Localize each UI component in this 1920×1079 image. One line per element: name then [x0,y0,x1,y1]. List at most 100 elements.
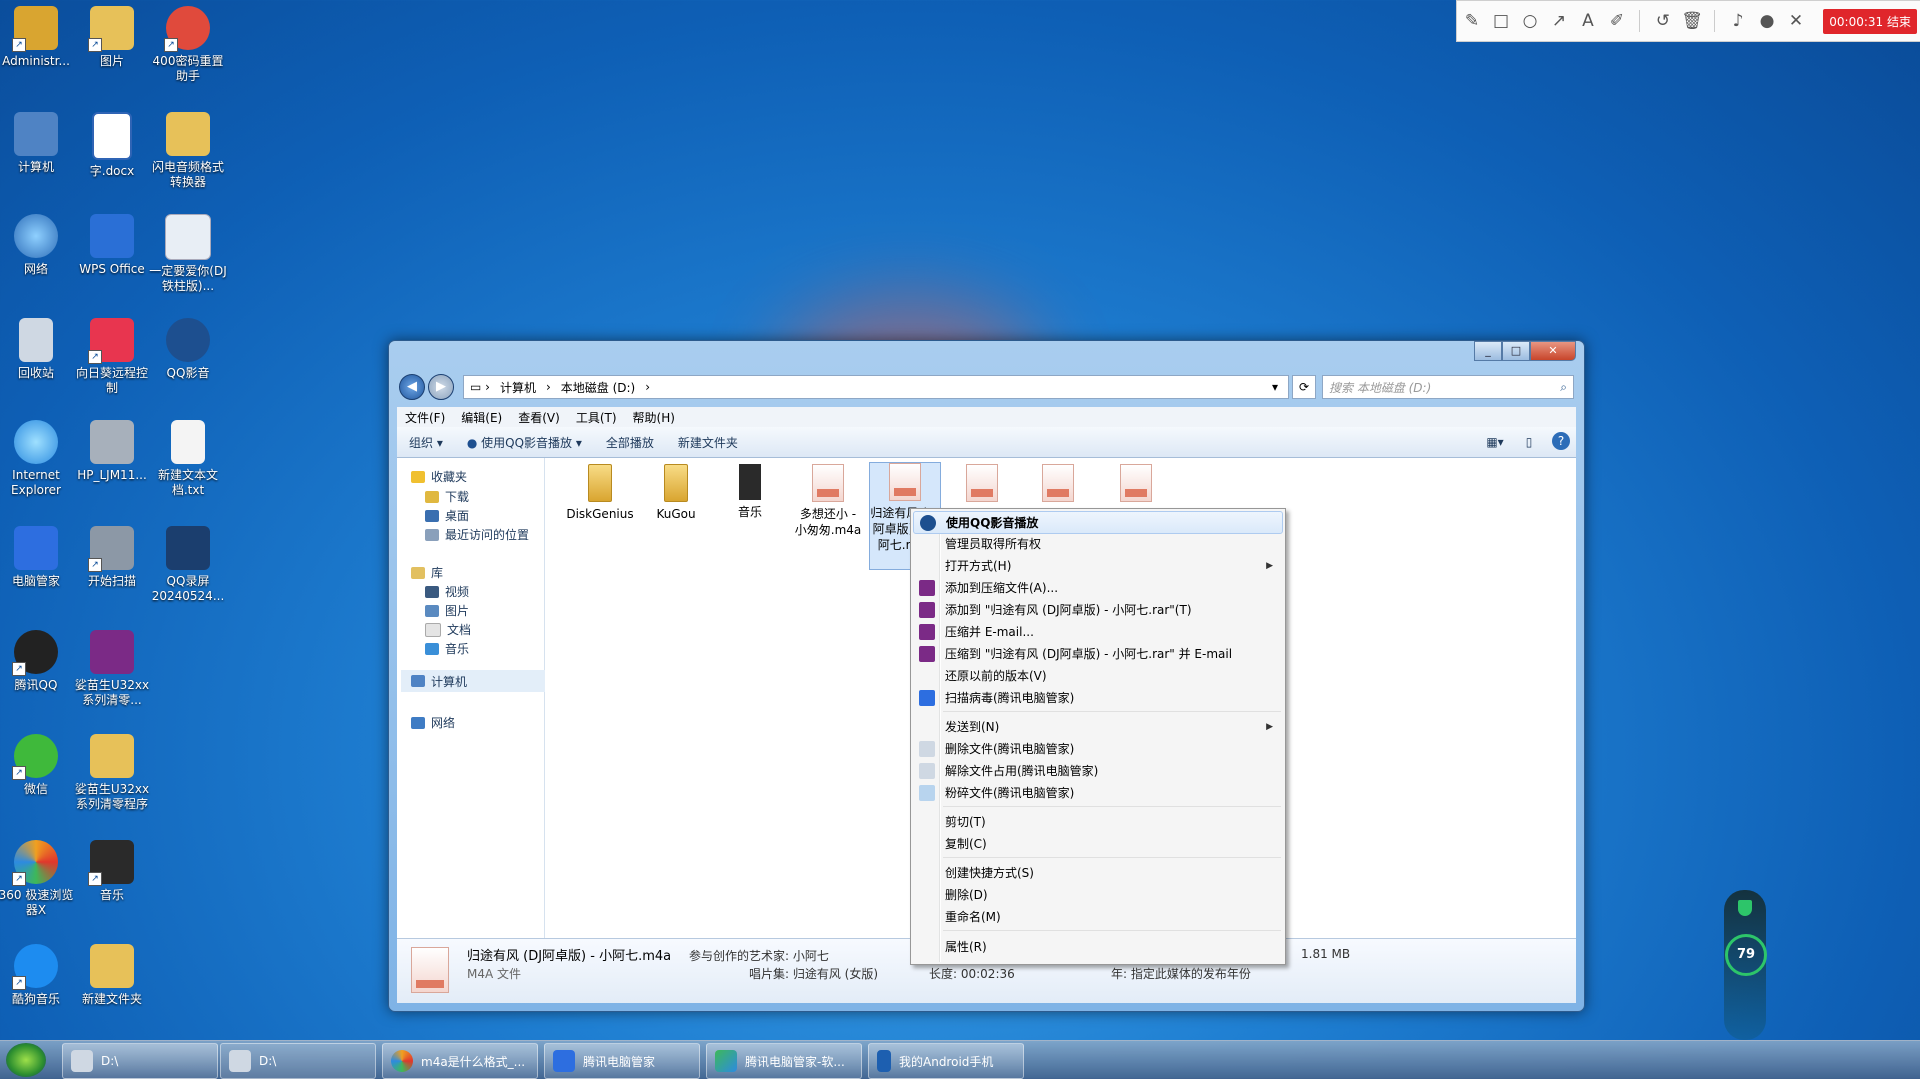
menu-item-play-qq-player[interactable]: 使用QQ影音播放 [913,511,1283,534]
nav-favorites[interactable]: 收藏夹 [411,468,467,485]
menu-item-restore-versions[interactable]: 还原以前的版本(V) [913,665,1283,686]
desktop-icon-reset-folder[interactable]: 娑苗生U32xx系列清零程序 [72,734,152,812]
preview-pane-icon[interactable]: ▯ [1518,432,1540,452]
file-item-kugou[interactable]: KuGou [641,464,711,522]
menu-item-compress-to-rar-email[interactable]: 压缩到 "归途有风 (DJ阿卓版) - 小阿七.rar" 并 E-mail [913,643,1283,664]
nav-libraries[interactable]: 库 [411,564,443,581]
desktop-icon-network[interactable]: 网络 [0,214,76,277]
close-button[interactable]: ✕ [1530,341,1576,361]
taskbar-pc-manager[interactable]: 腾讯电脑管家 [544,1043,700,1079]
refresh-icon[interactable]: ⟳ [1292,375,1316,399]
breadcrumb-drive-d[interactable]: 本地磁盘 (D:) [561,379,635,396]
desktop-icon-reset-archive[interactable]: 娑苗生U32xx系列清零... [72,630,152,708]
menu-file[interactable]: 文件(F) [405,409,445,426]
minimize-button[interactable]: _ [1474,341,1502,361]
menu-item-properties[interactable]: 属性(R) [913,936,1283,957]
close-icon[interactable]: ✕ [1782,7,1810,35]
nav-videos[interactable]: 视频 [425,583,469,600]
desktop-icon-qq[interactable]: ↗ 腾讯QQ [0,630,76,693]
desktop-icon-360-browser[interactable]: ↗ 360 极速浏览器X [0,840,76,918]
trash-icon[interactable]: 🗑 [1678,7,1706,35]
new-folder-button[interactable]: 新建文件夹 [678,434,738,451]
microphone-icon[interactable]: ● [1753,7,1781,35]
menu-item-send-to[interactable]: 发送到(N) ▶ [913,716,1283,737]
menu-item-delete[interactable]: 删除(D) [913,884,1283,905]
circle-icon[interactable]: ○ [1516,7,1544,35]
nav-downloads[interactable]: 下载 [425,488,469,505]
breadcrumb[interactable]: ▭ › 计算机 › 本地磁盘 (D:) › ▾ [463,375,1289,399]
organize-button[interactable]: 组织 ▾ [409,434,443,451]
forward-button[interactable]: ▶ [428,374,454,400]
desktop-icon-mp3[interactable]: 一定要爱你(DJ铁柱版)... [148,214,228,294]
rectangle-icon[interactable]: □ [1487,7,1515,35]
back-button[interactable]: ◀ [399,374,425,400]
desktop-icon-scan[interactable]: ↗ 开始扫描 [72,526,152,589]
recording-timer-button[interactable]: 00:00:31 结束 [1823,8,1917,34]
desktop-icon-audio-converter[interactable]: 闪电音频格式转换器 [148,112,228,190]
desktop-icon-sunflower[interactable]: ↗ 向日葵远程控制 [72,318,152,396]
desktop-icon-kugou[interactable]: ↗ 酷狗音乐 [0,944,76,1007]
file-item-diskgenius[interactable]: DiskGenius [565,464,635,522]
desktop-icon-recycle-bin[interactable]: 回收站 [0,318,76,381]
play-all-button[interactable]: 全部播放 [606,434,654,451]
menu-item-create-shortcut[interactable]: 创建快捷方式(S) [913,862,1283,883]
menu-help[interactable]: 帮助(H) [633,409,675,426]
speaker-icon[interactable]: ♪ [1724,7,1752,35]
menu-item-compress-email[interactable]: 压缩并 E-mail... [913,621,1283,642]
desktop-icon-qq-player[interactable]: QQ影音 [148,318,228,381]
nav-music[interactable]: 音乐 [425,640,469,657]
breadcrumb-computer[interactable]: 计算机 [500,379,536,396]
highlighter-icon[interactable]: ✐ [1603,7,1631,35]
menu-item-unlock-file[interactable]: 解除文件占用(腾讯电脑管家) [913,760,1283,781]
desktop-icon-wps[interactable]: WPS Office [72,214,152,277]
desktop-icon-screen-record[interactable]: QQ录屏20240524... [148,526,228,604]
menu-item-add-to-rar[interactable]: 添加到 "归途有风 (DJ阿卓版) - 小阿七.rar"(T) [913,599,1283,620]
start-button[interactable] [6,1043,46,1077]
desktop-icon-computer[interactable]: 计算机 [0,112,76,175]
nav-recent-places[interactable]: 最近访问的位置 [425,526,529,543]
menu-item-shred-file[interactable]: 粉碎文件(腾讯电脑管家) [913,782,1283,803]
desktop-icon-pc-manager[interactable]: 电脑管家 [0,526,76,589]
menu-item-copy[interactable]: 复制(C) [913,833,1283,854]
desktop-icon-textfile[interactable]: 新建文本文档.txt [148,420,228,498]
menu-item-delete-file-manager[interactable]: 删除文件(腾讯电脑管家) [913,738,1283,759]
view-options-icon[interactable]: ▦▾ [1484,432,1506,452]
taskbar-android-phone[interactable]: 我的Android手机 [868,1043,1024,1079]
desktop-icon-printer[interactable]: HP_LJM11... [72,420,152,483]
file-item-m4a[interactable]: 多想还小 - 小匆匆.m4a [793,464,863,538]
undo-icon[interactable]: ↺ [1649,7,1677,35]
menu-item-add-archive[interactable]: 添加到压缩文件(A)... [913,577,1283,598]
arrow-icon[interactable]: ↗ [1545,7,1573,35]
desktop-icon-pictures[interactable]: ↗ 图片 [72,6,152,69]
desktop-icon-new-folder[interactable]: 新建文件夹 [72,944,152,1007]
desktop-icon-ie[interactable]: Internet Explorer [0,420,76,498]
pencil-icon[interactable]: ✎ [1458,7,1486,35]
desktop-icon-wechat[interactable]: ↗ 微信 [0,734,76,797]
menu-item-virus-scan[interactable]: 扫描病毒(腾讯电脑管家) [913,687,1283,708]
file-item-m4a[interactable] [1101,464,1171,506]
nav-pictures[interactable]: 图片 [425,602,469,619]
menu-edit[interactable]: 编辑(E) [461,409,502,426]
taskbar-browser[interactable]: m4a是什么格式_... [382,1043,538,1079]
text-icon[interactable]: A [1574,7,1602,35]
chevron-down-icon[interactable]: ▾ [1272,380,1278,394]
file-item-m4a[interactable] [1023,464,1093,506]
nav-documents[interactable]: 文档 [425,621,471,638]
menu-item-cut[interactable]: 剪切(T) [913,811,1283,832]
nav-network[interactable]: 网络 [411,714,455,731]
taskbar-explorer-2[interactable]: D:\ [220,1043,376,1079]
security-score-widget[interactable]: 79 [1724,890,1767,1040]
file-item-m4a[interactable] [947,464,1017,506]
play-with-qq-player-button[interactable]: ● 使用QQ影音播放 ▾ [467,434,582,451]
nav-computer[interactable]: 计算机 [401,670,549,692]
menu-item-open-with[interactable]: 打开方式(H) ▶ [913,555,1283,576]
desktop-icon-administrator[interactable]: ↗ Administr... [0,6,76,69]
maximize-button[interactable]: □ [1502,341,1530,361]
desktop-icon-music[interactable]: ↗ 音乐 [72,840,152,903]
menu-tools[interactable]: 工具(T) [576,409,617,426]
desktop-icon-docx[interactable]: 字.docx [72,112,152,179]
desktop-icon-password-reset[interactable]: ↗ 400密码重置助手 [148,6,228,84]
help-icon[interactable]: ? [1552,432,1570,450]
menu-item-take-ownership[interactable]: 管理员取得所有权 [913,533,1283,554]
menu-item-rename[interactable]: 重命名(M) [913,906,1283,927]
